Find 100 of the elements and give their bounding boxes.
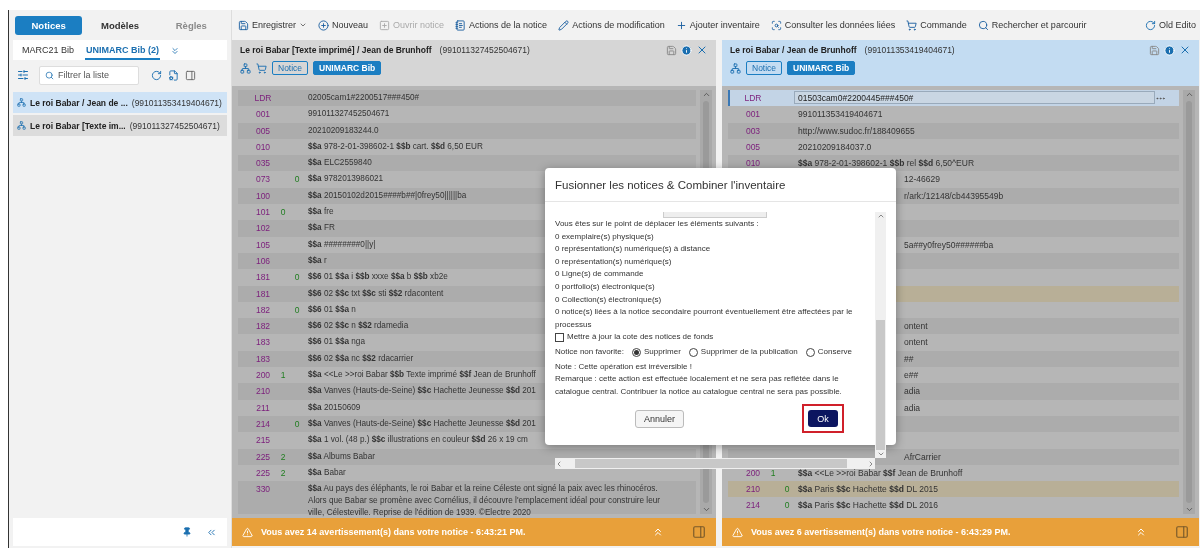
field-value: adia <box>904 385 922 398</box>
field-value[interactable]: 20210209183244.0 <box>304 124 672 137</box>
field-indicator: 0 <box>293 271 301 284</box>
vertical-scrollbar[interactable] <box>875 212 886 458</box>
pencil-icon <box>558 19 570 31</box>
vertical-scrollbar[interactable] <box>1183 90 1195 514</box>
field-tag: 200 <box>250 369 276 382</box>
panel-icon <box>185 69 196 81</box>
field-value[interactable]: $$a Albums Babar <box>304 450 672 463</box>
radio-option[interactable]: Conserve <box>805 345 853 359</box>
cart-icon <box>906 19 918 31</box>
field-tag: 001 <box>250 108 276 121</box>
field-value: 5a##y0frey50######ba <box>904 238 995 251</box>
dialog-text: 0 portfolio(s) électronique(s) <box>555 280 656 293</box>
field-value[interactable]: 20210209184037.0 <box>794 140 1155 153</box>
field-tag: 182 <box>250 303 276 316</box>
field-tag: 101 <box>250 206 276 219</box>
save-icon <box>666 44 677 56</box>
toolbar-button[interactable]: Enregistrer <box>238 19 307 31</box>
field-tag: 225 <box>250 450 276 463</box>
record-list-item[interactable]: Le roi Babar [Texte im... (991011327452504671) <box>13 115 227 136</box>
old-editor-button[interactable]: Old Edito <box>1144 19 1196 31</box>
field-tag: 035 <box>250 157 276 170</box>
hierarchy-icon <box>17 98 26 107</box>
plus-icon <box>675 19 687 31</box>
field-value[interactable]: $$a <<Le >>roi Babar $$f Jean de Brunhoff <box>794 466 1155 479</box>
field-indicator: 0 <box>783 499 791 512</box>
module-tab[interactable]: Notices <box>15 15 83 35</box>
panel-icon <box>692 525 706 539</box>
update-call-number-checkbox[interactable]: Mettre à jour la cote des notices de fonds <box>555 331 875 344</box>
field-tag: 215 <box>250 434 276 447</box>
open-window-icon <box>379 19 391 31</box>
search-icon <box>45 70 54 80</box>
more-tabs-icon <box>170 46 181 56</box>
field-tag: 010 <box>740 157 766 170</box>
warning-icon <box>732 526 743 538</box>
radio-option[interactable]: Supprimer <box>631 345 681 359</box>
record-badge: Notice <box>272 61 309 75</box>
field-value[interactable]: http://www.sudoc.fr/188409655 <box>794 124 1155 137</box>
field-value[interactable]: $$a ELC2559840 <box>304 157 672 170</box>
toolbar-button[interactable]: Nouveau <box>318 19 369 31</box>
toolbar-button[interactable]: Rechercher et parcourir <box>977 19 1087 31</box>
field-value[interactable]: 991011327452504671 <box>304 108 672 121</box>
field-value[interactable]: $$a Paris $$c Hachette $$d DL 2016 <box>794 499 1155 512</box>
field-tag: 183 <box>250 336 276 349</box>
ok-button[interactable]: Ok <box>808 410 839 428</box>
format-tab[interactable]: MARC21 Bib <box>21 45 76 60</box>
module-tab[interactable]: Modèles <box>86 15 154 35</box>
filter-field[interactable]: Filtrer la liste <box>39 65 139 85</box>
format-tab[interactable]: UNIMARC Bib (2) <box>85 45 161 60</box>
field-tag: 211 <box>250 401 276 414</box>
field-value[interactable]: 02005cam1#2200517###450# <box>304 92 672 104</box>
dialog-text: 0 Ligne(s) de commande <box>555 268 645 281</box>
field-tag: 181 <box>250 271 276 284</box>
field-value[interactable]: $$a 978-2-01-398602-1 $$b rel $$d 6,50^EUR <box>794 157 1155 170</box>
scroll-right-icon <box>867 459 875 468</box>
toolbar-button[interactable]: Commande <box>906 19 967 31</box>
dialog-text: 0 représentation(s) numérique(s) à distance <box>555 243 712 256</box>
dialog-text: 0 notice(s) liées à la notice secondaire pourront éventuellement être affectées par le processus <box>555 306 854 331</box>
toolbar-button[interactable]: Actions de la notice <box>455 19 548 31</box>
record-list-item[interactable]: Le roi Babar / Jean de ... (991011353419404671) <box>13 92 227 113</box>
record-id: (991011327452504671) <box>439 45 530 55</box>
warning-message: Vous avez 14 avertissement(s) dans votre notice - 6:43:21 PM. <box>261 527 526 537</box>
info-icon <box>681 44 692 56</box>
expand-up-icon <box>652 526 664 538</box>
scroll-up-icon <box>876 212 885 220</box>
warning-icon <box>242 526 253 538</box>
field-value: adia <box>904 401 922 414</box>
preview-button[interactable] <box>663 212 767 218</box>
field-value[interactable]: $$a Au pays des éléphants, le roi Babar et la reine Céleste ont signé la paix avec les rhinocéros. Alors que Babar se promène avec Cornélius, il découvre l'emplacement idéal pour construire leur ville, Célesteville. Reprise de l'édition de 1939. ©Electre 2020 <box>304 483 672 520</box>
close-icon <box>1179 44 1191 56</box>
expand-up-icon <box>1135 526 1147 538</box>
toolbar-button[interactable]: Consulter les données liées <box>770 19 896 31</box>
field-tag: 181 <box>250 287 276 300</box>
radio-option[interactable]: Supprimer de la publication <box>688 345 798 359</box>
file-settings-icon <box>168 69 179 81</box>
field-input[interactable]: 01503cam0#2200445###450# <box>794 91 1155 104</box>
toolbar-button[interactable]: Actions de modification <box>558 19 665 31</box>
field-indicator: 2 <box>279 466 287 479</box>
dialog-text: 0 Collection(s) électronique(s) <box>555 293 663 306</box>
field-tag: 183 <box>250 352 276 365</box>
search-icon <box>977 19 989 31</box>
field-tag: 105 <box>250 238 276 251</box>
cancel-button[interactable]: Annuler <box>635 409 685 428</box>
field-value[interactable]: $$a Paris $$c Hachette $$d DL 2015 <box>794 483 1155 496</box>
field-tag: 214 <box>250 417 276 430</box>
horizontal-scrollbar[interactable] <box>555 458 875 469</box>
dialog-title: Fusionner les notices & Combiner l'inventaire <box>545 168 896 202</box>
field-value[interactable]: $$a Babar <box>304 466 672 479</box>
scroll-down-icon <box>876 450 885 458</box>
close-icon <box>696 44 708 56</box>
field-tag: 225 <box>250 466 276 479</box>
field-value: ontent <box>904 320 929 333</box>
field-value[interactable]: $$a 978-2-01-398602-1 $$b cart. $$d 6,50 EUR <box>304 140 672 153</box>
dialog-text: Vous êtes sur le point de déplacer les éléments suivants : <box>555 218 760 230</box>
refresh-icon <box>1144 19 1156 31</box>
toolbar-button[interactable]: Ajouter inventaire <box>675 19 760 31</box>
field-indicator: 1 <box>279 369 287 382</box>
field-value[interactable]: 991011353419404671 <box>794 108 1155 121</box>
record-title: Le roi Babar [Texte imprimé] / Jean de Brunhoff <box>240 45 432 55</box>
